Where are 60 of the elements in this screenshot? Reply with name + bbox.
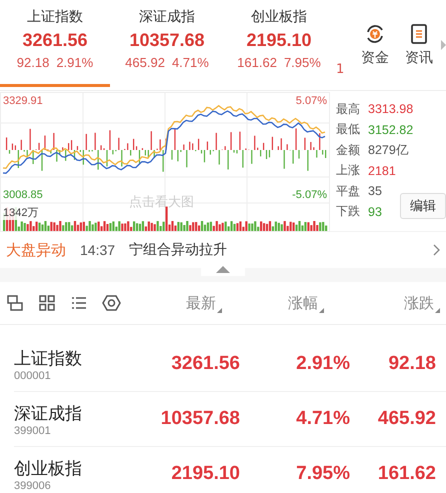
latest-price: 3261.56 (170, 353, 240, 375)
change-amount: 161.62 (376, 463, 436, 485)
volume-label: 1342万 (3, 205, 38, 220)
axis-label: 3329.91 (3, 95, 43, 107)
index-percent: 7.95% (284, 55, 321, 70)
index-change: 465.92 (125, 55, 165, 70)
stat-value: 3152.82 (368, 122, 414, 137)
index-code: 399001 (14, 424, 52, 436)
index-percent: 4.71% (172, 55, 209, 70)
stat-label: 平盘 (336, 182, 360, 200)
index-change: 161.62 (237, 55, 277, 70)
index-price: 10357.68 (129, 30, 205, 51)
change-amount: 92.18 (387, 353, 436, 375)
sort-column-header[interactable]: 最新 (186, 294, 222, 312)
index-row[interactable]: 深证成指 399001 10357.68 4.71% 465.92 (14, 392, 446, 447)
index-change: 92.18 (16, 55, 50, 70)
index-name: 深证成指 (14, 402, 83, 424)
axis-label: 5.07% (296, 95, 327, 107)
index-code: 000001 (14, 370, 52, 382)
stat-label: 最低 (336, 121, 360, 138)
shortcut-button[interactable]: 资金 (361, 23, 389, 67)
index-row[interactable]: 创业板指 399006 2195.10 7.95% 161.62 (14, 447, 446, 493)
shortcut-button[interactable]: 资讯 (405, 23, 433, 67)
latest-price: 10357.68 (160, 408, 240, 430)
index-name: 上证指数 (27, 8, 83, 26)
index-tab[interactable]: 上证指数 3261.56 92.18 2.91% (0, 0, 110, 87)
index-percent: 2.91% (56, 55, 94, 70)
change-amount: 465.92 (376, 408, 436, 430)
index-row[interactable]: 上证指数 000001 3261.56 2.91% 92.18 (14, 337, 446, 392)
index-tab[interactable]: 深证成指 10357.68 465.92 4.71% (112, 0, 222, 87)
stat-label: 下跌 (336, 203, 360, 220)
stat-value: 3313.98 (368, 102, 414, 116)
ticker-tag: 大盘异动 (6, 240, 66, 260)
index-name: 上证指数 (14, 348, 83, 370)
ticker-time: 14:37 (80, 242, 116, 258)
stat-label: 最高 (336, 100, 360, 118)
stat-value: 93 (368, 204, 382, 219)
index-change: 1 (336, 62, 344, 77)
axis-label: 3008.85 (3, 189, 43, 201)
edit-button[interactable]: 编辑 (400, 193, 446, 219)
index-name: 创业板指 (14, 458, 83, 480)
index-tab[interactable]: 创业板指 2195.10 161.62 7.95% (224, 0, 334, 87)
change-percent: 2.91% (295, 353, 350, 375)
sort-column-header[interactable]: 涨跌 (404, 294, 440, 312)
index-price: 2195.10 (246, 30, 312, 51)
stat-label: 上涨 (336, 162, 360, 180)
stat-label: 金额 (336, 142, 360, 159)
sort-column-header[interactable]: 涨幅 (288, 294, 324, 312)
stat-value: 35 (368, 184, 382, 198)
stat-value: 2181 (368, 164, 396, 178)
index-name: 深证成指 (139, 8, 195, 26)
change-percent: 4.71% (295, 408, 350, 430)
change-percent: 7.95% (295, 463, 350, 485)
index-price: 3261.56 (22, 30, 88, 51)
latest-price: 2195.10 (170, 463, 240, 485)
ticker-text: 宁组合异动拉升 (129, 241, 228, 259)
axis-label: -5.07% (292, 189, 327, 201)
index-code: 399006 (14, 480, 52, 492)
stat-value: 8279亿 (368, 142, 409, 159)
index-name: 创业板指 (251, 8, 307, 26)
